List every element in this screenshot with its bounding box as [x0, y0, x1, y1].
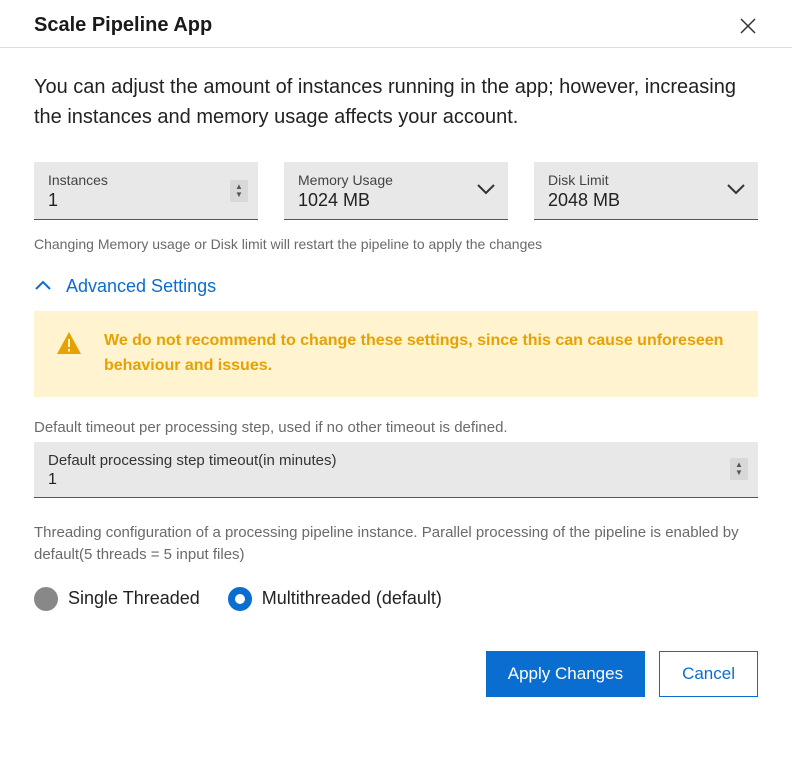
advanced-settings-label: Advanced Settings	[66, 276, 216, 297]
resource-fields: Instances 1 ▲▼ Memory Usage 1024 MB Disk…	[34, 162, 758, 220]
disk-value: 2048 MB	[548, 190, 744, 211]
disk-dropdown[interactable]: Disk Limit 2048 MB	[534, 162, 758, 220]
disk-label: Disk Limit	[548, 172, 744, 188]
single-threaded-label: Single Threaded	[68, 588, 200, 609]
scale-pipeline-dialog: Scale Pipeline App You can adjust the am…	[0, 0, 792, 717]
instances-label: Instances	[48, 172, 244, 188]
dialog-body: You can adjust the amount of instances r…	[0, 48, 792, 717]
memory-label: Memory Usage	[298, 172, 494, 188]
restart-note: Changing Memory usage or Disk limit will…	[34, 236, 758, 252]
stepper-icon[interactable]: ▲▼	[230, 180, 248, 202]
dialog-footer: Apply Changes Cancel	[34, 651, 758, 697]
advanced-settings-toggle[interactable]: Advanced Settings	[34, 276, 758, 297]
close-button[interactable]	[738, 16, 758, 36]
timeout-stepper[interactable]: Default processing step timeout(in minut…	[34, 442, 758, 498]
chevron-down-icon	[726, 182, 746, 200]
instances-value: 1	[48, 190, 244, 211]
intro-text: You can adjust the amount of instances r…	[34, 72, 758, 132]
close-icon	[739, 17, 757, 35]
dialog-header: Scale Pipeline App	[0, 0, 792, 48]
timeout-note: Default timeout per processing step, use…	[34, 419, 758, 436]
apply-changes-button[interactable]: Apply Changes	[486, 651, 645, 697]
memory-dropdown[interactable]: Memory Usage 1024 MB	[284, 162, 508, 220]
radio-icon	[34, 587, 58, 611]
memory-value: 1024 MB	[298, 190, 494, 211]
warning-icon	[56, 331, 82, 360]
radio-selected-icon	[228, 587, 252, 611]
chevron-down-icon	[476, 182, 496, 200]
instances-stepper[interactable]: Instances 1 ▲▼	[34, 162, 258, 220]
multithreaded-radio[interactable]: Multithreaded (default)	[228, 587, 442, 611]
timeout-label: Default processing step timeout(in minut…	[48, 452, 744, 469]
warning-text: We do not recommend to change these sett…	[104, 329, 740, 379]
multithreaded-label: Multithreaded (default)	[262, 588, 442, 609]
warning-banner: We do not recommend to change these sett…	[34, 311, 758, 397]
threading-note: Threading configuration of a processing …	[34, 522, 758, 567]
chevron-up-icon	[34, 278, 52, 296]
threading-radio-group: Single Threaded Multithreaded (default)	[34, 587, 758, 611]
stepper-icon[interactable]: ▲▼	[730, 458, 748, 480]
dialog-title: Scale Pipeline App	[34, 14, 212, 37]
cancel-button[interactable]: Cancel	[659, 651, 758, 697]
single-threaded-radio[interactable]: Single Threaded	[34, 587, 200, 611]
timeout-value: 1	[48, 471, 744, 489]
